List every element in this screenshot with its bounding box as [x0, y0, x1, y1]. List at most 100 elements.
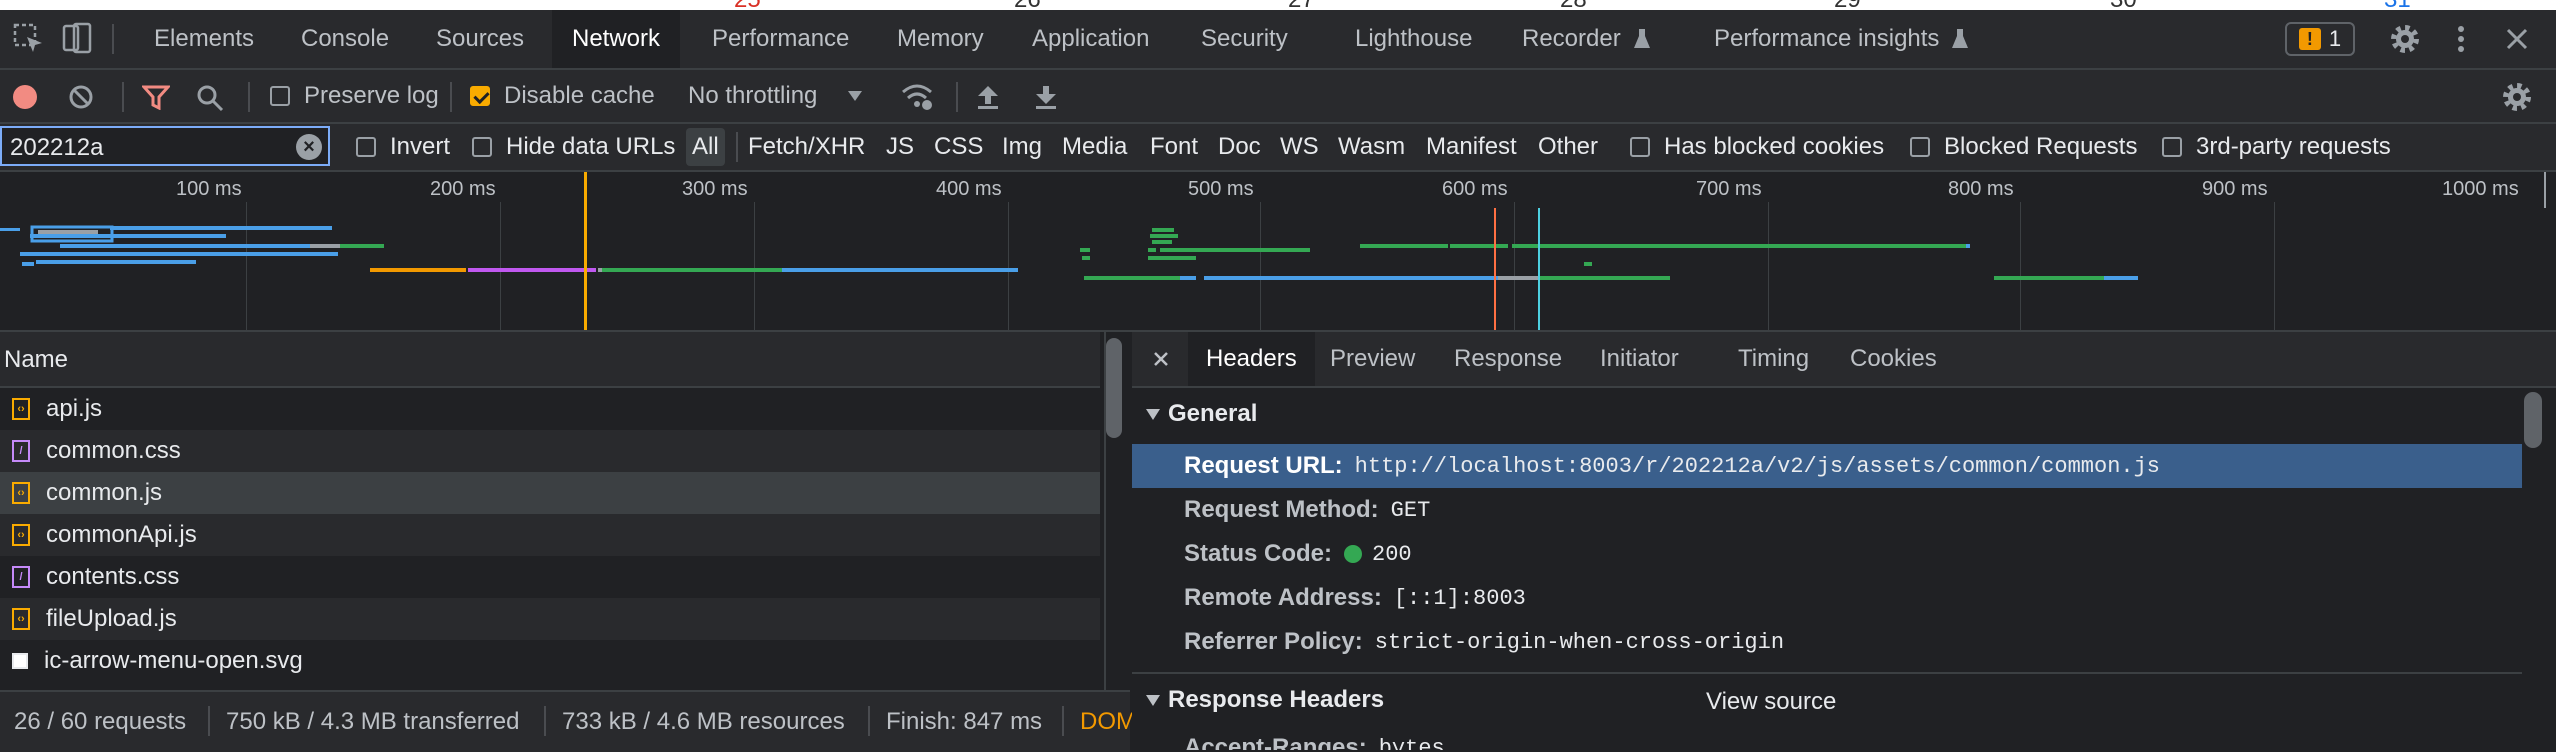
request-row[interactable]: / common.css — [0, 430, 1100, 472]
tab-network[interactable]: Network — [552, 10, 681, 68]
tab-sources[interactable]: Sources — [416, 10, 544, 68]
request-name: api.js — [46, 395, 103, 422]
third-party-requests-checkbox[interactable]: 3rd-party requests — [2162, 124, 2391, 170]
tab-application[interactable]: Application — [1012, 10, 1169, 68]
filter-type-doc[interactable]: Doc — [1212, 124, 1267, 170]
tab-initiator[interactable]: Initiator — [1582, 332, 1697, 386]
request-row[interactable]: ic-arrow-menu-open.svg — [0, 640, 1100, 682]
blocked-requests-checkbox[interactable]: Blocked Requests — [1910, 124, 2137, 170]
blocked-requests-box — [1910, 137, 1930, 157]
remote-address-value: [::1]:8003 — [1393, 585, 1526, 611]
inspect-element-icon[interactable] — [12, 22, 46, 56]
column-header-name[interactable]: Name — [0, 332, 1100, 388]
request-method-row[interactable]: Request Method: GET — [1132, 488, 2522, 532]
more-vertical-icon[interactable] — [2444, 22, 2478, 56]
preserve-log-label: Preserve log — [304, 82, 439, 109]
filter-input[interactable] — [8, 131, 282, 165]
filter-bar: × Invert Hide data URLs All Fetch/XHR JS… — [0, 124, 2556, 172]
filter-type-css[interactable]: CSS — [928, 124, 989, 170]
remote-address-row[interactable]: Remote Address: [::1]:8003 — [1132, 576, 2522, 620]
request-row[interactable]: ‹› fileUpload.js — [0, 598, 1100, 640]
filter-icon[interactable] — [142, 84, 170, 110]
tab-lighthouse[interactable]: Lighthouse — [1335, 10, 1492, 68]
filter-type-ws[interactable]: WS — [1274, 124, 1325, 170]
network-settings-gear-icon[interactable] — [2500, 80, 2534, 114]
close-icon[interactable] — [2500, 22, 2534, 56]
filter-type-manifest[interactable]: Manifest — [1420, 124, 1523, 170]
filter-type-other[interactable]: Other — [1532, 124, 1604, 170]
status-code-row[interactable]: Status Code: 200 — [1132, 532, 2522, 576]
section-response-headers-header[interactable]: Response Headers — [1132, 678, 1384, 722]
network-conditions-icon[interactable] — [900, 82, 934, 112]
export-har-icon[interactable] — [1034, 84, 1058, 110]
finish-time: Finish: 847 ms — [886, 708, 1043, 735]
tab-performance-insights[interactable]: Performance insights — [1694, 10, 1989, 68]
accept-ranges-value: bytes — [1378, 735, 1445, 751]
devtools-main-tabbar: Elements Console Sources Network Perform… — [0, 10, 2556, 70]
preserve-log-box — [270, 86, 290, 106]
section-general-title: General — [1168, 400, 1258, 427]
tab-console[interactable]: Console — [281, 10, 409, 68]
throttling-select[interactable]: No throttling — [688, 70, 863, 122]
import-har-icon[interactable] — [976, 84, 1000, 110]
filter-type-js[interactable]: JS — [880, 124, 920, 170]
preserve-log-checkbox[interactable]: Preserve log — [270, 70, 439, 122]
issues-badge[interactable]: ! 1 — [2285, 22, 2355, 56]
date-30: 30 — [2110, 0, 2137, 10]
tab-memory[interactable]: Memory — [877, 10, 1004, 68]
accept-ranges-row[interactable]: Accept-Ranges: bytes — [1132, 726, 2522, 750]
tab-recorder[interactable]: Recorder — [1502, 10, 1671, 68]
request-list-scrollbar[interactable] — [1106, 338, 1122, 438]
request-row-selected[interactable]: ‹› common.js — [0, 472, 1100, 514]
clear-filter-icon[interactable]: × — [296, 134, 322, 160]
overview-resize-handle[interactable] — [2544, 172, 2546, 208]
tab-response[interactable]: Response — [1436, 332, 1580, 386]
tab-security[interactable]: Security — [1181, 10, 1308, 68]
request-name: common.js — [46, 479, 163, 506]
filter-type-img[interactable]: Img — [996, 124, 1048, 170]
request-url-row[interactable]: Request URL: http://localhost:8003/r/202… — [1132, 444, 2522, 488]
request-method-value: GET — [1390, 497, 1431, 523]
request-url-value: http://localhost:8003/r/202212a/v2/js/as… — [1354, 453, 2161, 479]
dom-content-loaded-time: DOM — [1080, 708, 1136, 735]
date-25: 25 — [734, 0, 761, 10]
referrer-policy-row[interactable]: Referrer Policy: strict-origin-when-cros… — [1132, 620, 2522, 664]
filter-type-font[interactable]: Font — [1144, 124, 1204, 170]
record-icon[interactable] — [12, 84, 38, 110]
tab-performance[interactable]: Performance — [692, 10, 869, 68]
has-blocked-cookies-box — [1630, 137, 1650, 157]
flask-icon — [1952, 29, 1969, 48]
settings-gear-icon[interactable] — [2388, 22, 2422, 56]
details-scrollbar[interactable] — [2524, 392, 2542, 448]
clear-icon[interactable] — [68, 84, 94, 110]
hide-data-urls-label: Hide data URLs — [506, 133, 676, 160]
filter-type-all[interactable]: All — [686, 128, 725, 166]
close-details-icon[interactable] — [1152, 350, 1170, 368]
hide-data-urls-checkbox[interactable]: Hide data URLs — [472, 124, 675, 170]
view-source-link[interactable]: View source — [1706, 688, 1836, 716]
has-blocked-cookies-checkbox[interactable]: Has blocked cookies — [1630, 124, 1884, 170]
filter-type-media[interactable]: Media — [1056, 124, 1133, 170]
tab-cookies[interactable]: Cookies — [1832, 332, 1955, 386]
tab-timing[interactable]: Timing — [1720, 332, 1827, 386]
network-overview-timeline[interactable]: 100 ms 200 ms 300 ms 400 ms 500 ms 600 m… — [0, 172, 2556, 332]
section-general-header[interactable]: General — [1132, 392, 1257, 436]
invert-checkbox[interactable]: Invert — [356, 124, 450, 170]
search-icon[interactable] — [196, 84, 224, 112]
status-code-key: Status Code: — [1184, 540, 1333, 567]
tab-elements[interactable]: Elements — [134, 10, 274, 68]
divider — [1062, 706, 1064, 736]
tab-performance-insights-label: Performance insights — [1714, 25, 1940, 52]
filter-type-fetch-xhr[interactable]: Fetch/XHR — [742, 124, 871, 170]
device-toolbar-icon[interactable] — [60, 22, 94, 56]
blocked-requests-label: Blocked Requests — [1944, 133, 2138, 160]
disable-cache-checkbox[interactable]: Disable cache — [470, 70, 655, 122]
request-row[interactable]: ‹› commonApi.js — [0, 514, 1100, 556]
request-row[interactable]: ‹› api.js — [0, 388, 1100, 430]
request-row[interactable]: / contents.css — [0, 556, 1100, 598]
tab-headers[interactable]: Headers — [1188, 332, 1315, 386]
date-28: 28 — [1560, 0, 1587, 10]
tab-preview[interactable]: Preview — [1312, 332, 1433, 386]
page-behind-strip: 25 26 27 28 29 30 31 — [0, 0, 2556, 10]
filter-type-wasm[interactable]: Wasm — [1332, 124, 1411, 170]
